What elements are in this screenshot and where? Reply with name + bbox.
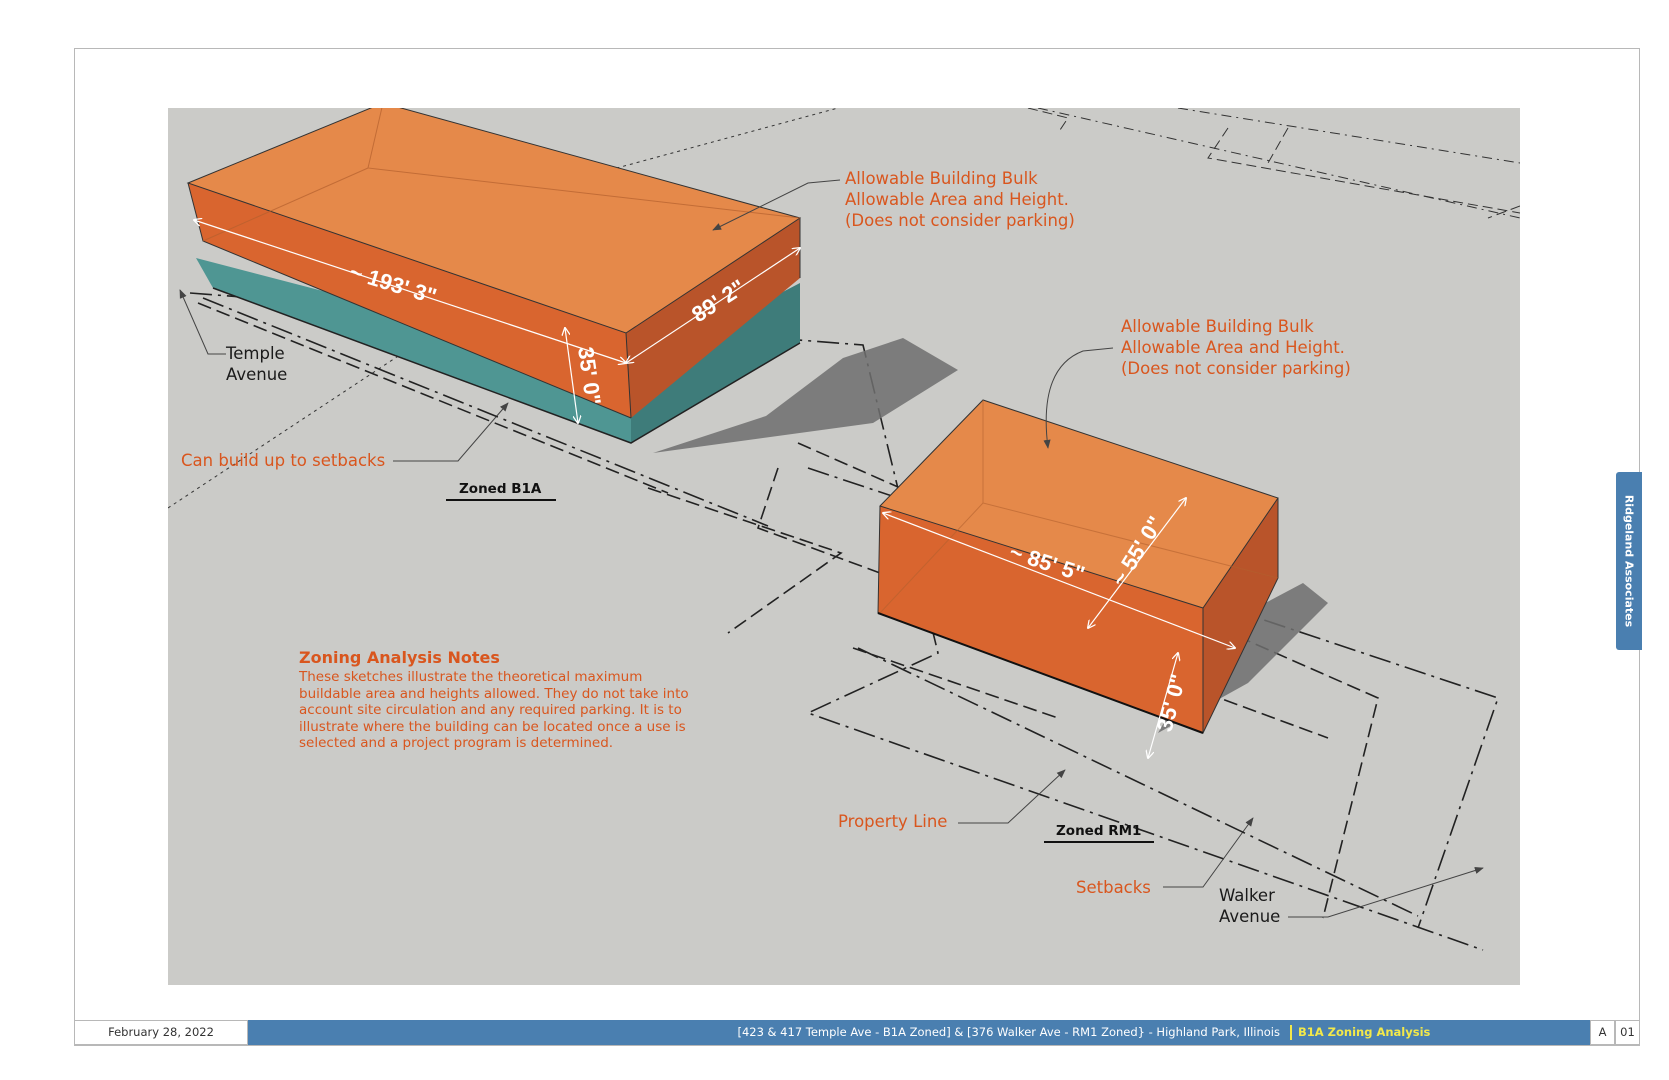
title-separator (1290, 1025, 1292, 1040)
sheet-date: February 28, 2022 (74, 1020, 248, 1045)
rm1-bulk-callout: Allowable Building Bulk Allowable Area a… (1121, 317, 1351, 378)
sheet-title: B1A Zoning Analysis (1298, 1025, 1431, 1039)
firm-side-tab: Ridgeland Associates (1616, 472, 1642, 650)
temple-avenue-label: Temple Avenue (226, 344, 288, 384)
zoning-notes: Zoning Analysis Notes These sketches ill… (299, 648, 719, 752)
zoned-rm1-underline (1044, 841, 1154, 843)
sheet-letter: A (1590, 1020, 1615, 1045)
b1a-bulk-callout: Allowable Building Bulk Allowable Area a… (845, 169, 1075, 230)
title-block: February 28, 2022 [423 & 417 Temple Ave … (74, 1020, 1640, 1045)
setbacks-label: Setbacks (1076, 878, 1151, 897)
walker-avenue-label: Walker Avenue (1219, 886, 1281, 926)
zoned-b1a-underline (446, 499, 556, 501)
firm-name: Ridgeland Associates (1622, 494, 1636, 628)
massing-canvas: ~ 193' 3" 89' 2" 35' 0" ~ 85' 5" ~ 55' 0… (168, 108, 1520, 985)
massing-diagram: ~ 193' 3" 89' 2" 35' 0" ~ 85' 5" ~ 55' 0… (168, 108, 1520, 951)
property-line-label: Property Line (838, 812, 948, 831)
zoned-rm1-label: Zoned RM1 (1056, 823, 1142, 839)
setbacks-note: Can build up to setbacks (181, 451, 386, 470)
notes-title: Zoning Analysis Notes (299, 648, 500, 667)
notes-body: These sketches illustrate the theoretica… (299, 669, 689, 751)
title-bar: [423 & 417 Temple Ave - B1A Zoned] & [37… (248, 1020, 1590, 1045)
zoned-b1a-label: Zoned B1A (459, 481, 542, 497)
sheet-number: 01 (1615, 1020, 1640, 1045)
project-info: [423 & 417 Temple Ave - B1A Zoned] & [37… (737, 1025, 1280, 1039)
